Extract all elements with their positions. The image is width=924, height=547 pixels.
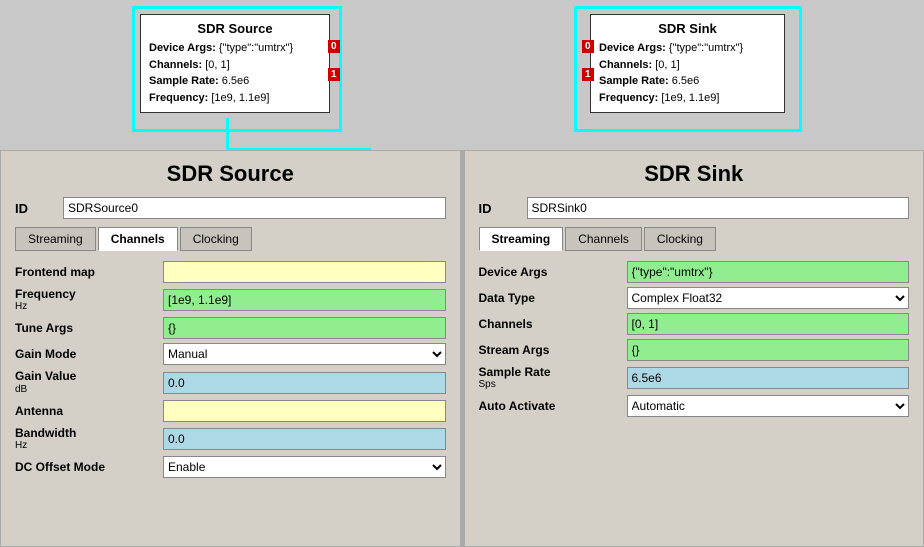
sdr-source-line-2: Channels: [0, 1]	[149, 57, 321, 74]
panels-area: SDR Source ID Streaming Channels Clockin…	[0, 150, 924, 547]
sink-tab-clocking[interactable]: Clocking	[644, 227, 716, 251]
sdr-sink-diagram-title: SDR Sink	[599, 21, 776, 36]
source-prop-label-dcoffset: DC Offset Mode	[15, 460, 155, 474]
sdr-sink-panel: SDR Sink ID Streaming Channels Clocking …	[464, 150, 924, 547]
sdr-sink-line-2: Channels: [0, 1]	[599, 57, 776, 74]
source-port-1: 1	[328, 68, 340, 81]
sdr-source-line-4: Frequency: [1e9, 1.1e9]	[149, 90, 321, 107]
source-prop-label-tuneargs: Tune Args	[15, 321, 155, 335]
sdr-sink-line-4: Frequency: [1e9, 1.1e9]	[599, 90, 776, 107]
sdr-sink-line-1: Device Args: {"type":"umtrx"}	[599, 40, 776, 57]
source-prop-gainvalue[interactable]	[163, 372, 446, 394]
source-port-0: 0	[328, 40, 340, 53]
sink-tabs-row: Streaming Channels Clocking	[479, 227, 910, 251]
sink-prop-channels[interactable]	[627, 313, 910, 335]
source-panel-title: SDR Source	[15, 161, 446, 187]
sink-prop-autoactivate[interactable]: Automatic Manual	[627, 395, 910, 417]
sink-port-0: 0	[582, 40, 594, 53]
sdr-source-panel: SDR Source ID Streaming Channels Clockin…	[0, 150, 461, 547]
source-tab-channels[interactable]: Channels	[98, 227, 178, 251]
sink-prop-label-channels: Channels	[479, 317, 619, 331]
source-prop-tuneargs[interactable]	[163, 317, 446, 339]
source-prop-label-frequency: Frequency Hz	[15, 287, 155, 313]
source-prop-gainmode[interactable]: Manual Auto	[163, 343, 446, 365]
source-id-input[interactable]	[63, 197, 446, 219]
source-prop-label-bandwidth: Bandwidth Hz	[15, 426, 155, 452]
source-tab-streaming[interactable]: Streaming	[15, 227, 96, 251]
source-props-grid: Frontend map Frequency Hz Tune Args Gain…	[15, 261, 446, 478]
sdr-source-line-1: Device Args: {"type":"umtrx"}	[149, 40, 321, 57]
sink-port-1: 1	[582, 68, 594, 81]
sink-prop-label-datatype: Data Type	[479, 291, 619, 305]
sink-tab-streaming[interactable]: Streaming	[479, 227, 564, 251]
sink-prop-label-autoactivate: Auto Activate	[479, 399, 619, 413]
sdr-source-diagram-title: SDR Source	[149, 21, 321, 36]
diagram-area: SDR Source Device Args: {"type":"umtrx"}…	[0, 0, 924, 150]
sink-props-grid: Device Args Data Type Complex Float32 Co…	[479, 261, 910, 417]
source-prop-label-antenna: Antenna	[15, 404, 155, 418]
sink-prop-streamargs[interactable]	[627, 339, 910, 361]
sdr-source-line-3: Sample Rate: 6.5e6	[149, 73, 321, 90]
sink-id-row: ID	[479, 197, 910, 219]
sink-prop-label-samplerate: Sample Rate Sps	[479, 365, 619, 391]
source-prop-antenna[interactable]	[163, 400, 446, 422]
sink-prop-samplerate[interactable]	[627, 367, 910, 389]
source-prop-label-gainvalue: Gain Value dB	[15, 369, 155, 395]
source-tabs-row: Streaming Channels Clocking	[15, 227, 446, 251]
sdr-sink-diagram-block: SDR Sink Device Args: {"type":"umtrx"} C…	[590, 14, 785, 113]
source-id-label: ID	[15, 201, 55, 216]
sink-tab-channels[interactable]: Channels	[565, 227, 642, 251]
source-prop-frequency[interactable]	[163, 289, 446, 311]
source-tab-clocking[interactable]: Clocking	[180, 227, 252, 251]
sink-prop-label-deviceargs: Device Args	[479, 265, 619, 279]
sink-prop-deviceargs[interactable]	[627, 261, 910, 283]
sdr-source-diagram-block: SDR Source Device Args: {"type":"umtrx"}…	[140, 14, 330, 113]
sink-id-input[interactable]	[527, 197, 910, 219]
source-prop-bandwidth[interactable]	[163, 428, 446, 450]
sink-prop-label-streamargs: Stream Args	[479, 343, 619, 357]
source-prop-dcoffset[interactable]: Enable Disable	[163, 456, 446, 478]
sink-panel-title: SDR Sink	[479, 161, 910, 187]
source-prop-frontend[interactable]	[163, 261, 446, 283]
sdr-sink-line-3: Sample Rate: 6.5e6	[599, 73, 776, 90]
source-prop-label-gainmode: Gain Mode	[15, 347, 155, 361]
source-id-row: ID	[15, 197, 446, 219]
sink-id-label: ID	[479, 201, 519, 216]
source-prop-label-frontend: Frontend map	[15, 265, 155, 279]
sink-prop-datatype[interactable]: Complex Float32 Complex Int16	[627, 287, 910, 309]
